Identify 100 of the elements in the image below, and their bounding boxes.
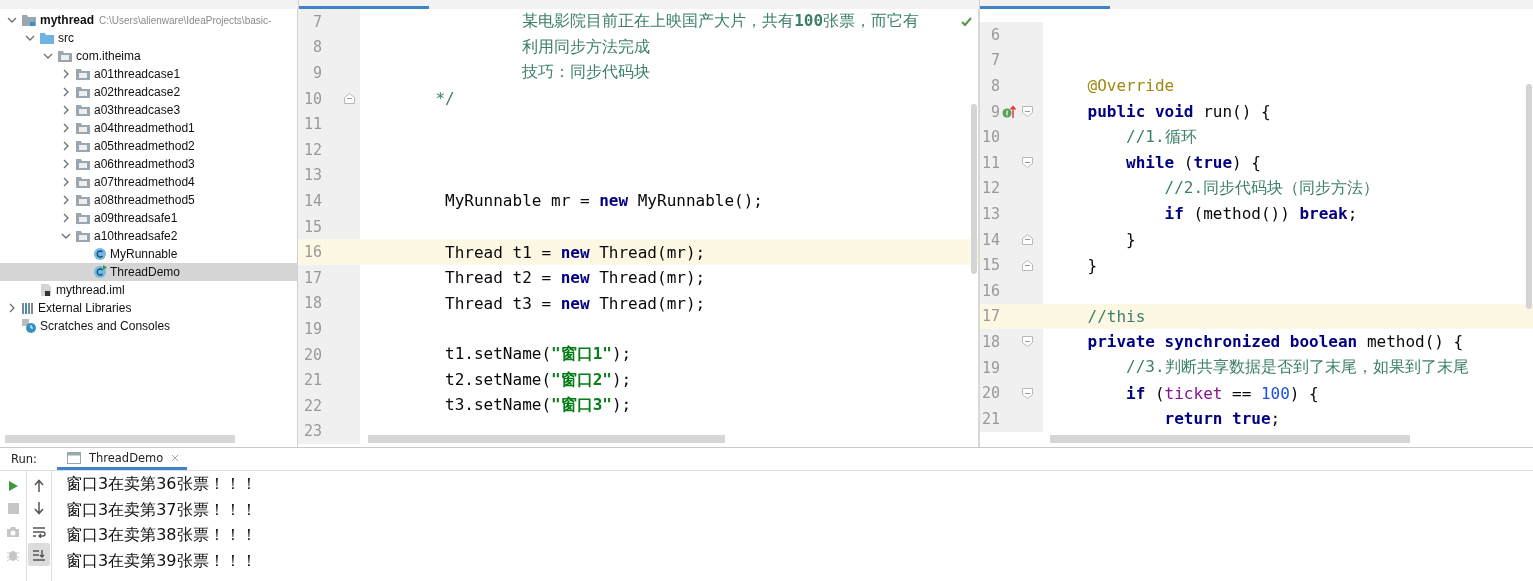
line-number: 9 (989, 102, 1000, 121)
code-line: } (1126, 230, 1136, 250)
line-number: 10 (302, 89, 322, 108)
code-line: t3.setName("窗口3"); (445, 395, 632, 417)
line-number: 11 (302, 115, 322, 134)
fold-start-icon[interactable] (1021, 106, 1033, 118)
chevron-right-icon[interactable] (61, 141, 71, 151)
tree-label: a03threadcase3 (94, 103, 181, 117)
run-icon[interactable] (7, 479, 19, 492)
scratches-icon (21, 318, 37, 334)
chevron-right-icon[interactable] (61, 159, 71, 169)
tree-item[interactable]: a07threadmethod4 (0, 173, 297, 191)
chevron-right-icon[interactable] (61, 69, 71, 79)
chevron-right-icon[interactable] (61, 195, 71, 205)
tree-label: a10threadsafe2 (94, 229, 178, 243)
scroll-to-end-icon[interactable] (32, 548, 46, 561)
chevron-down-icon[interactable] (61, 231, 71, 241)
scrollbar[interactable] (971, 104, 977, 274)
line-number: 21 (980, 409, 1000, 428)
fold-end-icon[interactable] (1021, 259, 1033, 271)
fold-end-icon[interactable] (343, 93, 355, 105)
implements-icon[interactable] (1002, 104, 1018, 119)
soft-wrap-icon[interactable] (32, 525, 46, 538)
run-tab[interactable]: ThreadDemo (56, 448, 188, 470)
package-icon (75, 67, 91, 81)
line-number: 19 (980, 358, 1000, 377)
package-icon (75, 139, 91, 153)
scrollbar[interactable] (1526, 84, 1532, 309)
chevron-right-icon[interactable] (61, 123, 71, 133)
line-number: 8 (989, 77, 1000, 95)
line-number: 10 (980, 128, 1000, 147)
chevron-right-icon[interactable] (61, 177, 71, 187)
run-label: Run: (11, 452, 37, 466)
line-number: 15 (302, 217, 322, 236)
code-line: //1.循环 (1126, 126, 1197, 148)
tree-label: External Libraries (38, 301, 132, 315)
arrow-up-icon[interactable] (34, 479, 44, 492)
chevron-down-icon[interactable] (43, 51, 53, 61)
line-number: 7 (989, 51, 1000, 70)
tree-item[interactable]: a08threadmethod5 (0, 191, 297, 209)
code-line: //this (1087, 306, 1146, 326)
line-number: 20 (302, 345, 322, 364)
tree-label: a05threadmethod2 (94, 139, 195, 153)
package-icon (75, 85, 91, 99)
tree-item[interactable]: com.itheima (0, 47, 297, 65)
scrollbar[interactable] (5, 435, 235, 443)
chevron-down-icon[interactable] (25, 33, 35, 43)
line-number: 9 (311, 64, 322, 82)
chevron-down-icon[interactable] (7, 15, 17, 25)
line-number: 14 (302, 191, 322, 210)
tree-item[interactable]: a06threadmethod3 (0, 155, 297, 173)
project-path: C:\Users\alienware\IdeaProjects\basic- (99, 14, 272, 26)
line-number: 14 (980, 230, 1000, 249)
arrow-down-icon[interactable] (34, 502, 44, 515)
scrollbar[interactable] (1050, 435, 1410, 443)
chevron-right-icon[interactable] (7, 303, 17, 313)
tree-item[interactable]: src (0, 29, 297, 47)
tree-item[interactable]: Scratches and Consoles (0, 317, 297, 335)
tree-item[interactable]: a10threadsafe2 (0, 227, 297, 245)
line-number: 11 (980, 153, 1000, 172)
package-icon (57, 49, 73, 63)
tree-item[interactable]: a01threadcase1 (0, 65, 297, 83)
file-icon (39, 283, 53, 297)
tree-item[interactable]: a03threadcase3 (0, 101, 297, 119)
tree-item[interactable]: mythread.iml (0, 281, 297, 299)
fold-start-icon[interactable] (1021, 157, 1033, 169)
fold-end-icon[interactable] (1021, 234, 1033, 246)
code-line: */ (435, 89, 455, 109)
tree-item[interactable]: a04threadmethod1 (0, 119, 297, 137)
fold-start-icon[interactable] (1021, 387, 1033, 399)
code-line: private synchronized boolean method() { (1087, 332, 1464, 352)
scrollbar[interactable] (368, 435, 725, 443)
code-line: //2.同步代码块（同步方法） (1164, 177, 1380, 199)
chevron-right-icon[interactable] (61, 213, 71, 223)
tree-item[interactable]: External Libraries (0, 299, 297, 317)
tree-item[interactable]: a05threadmethod2 (0, 137, 297, 155)
code-line: //3.判断共享数据是否到了末尾，如果到了末尾 (1126, 357, 1469, 378)
tree-label: MyRunnable (110, 247, 178, 261)
check-icon[interactable] (961, 17, 972, 27)
code-line: Thread t2 = new Thread(mr); (445, 268, 706, 288)
tree-label: a02threadcase2 (94, 85, 181, 99)
tree-label: com.itheima (76, 49, 141, 63)
fold-start-icon[interactable] (1021, 336, 1033, 348)
chevron-right-icon[interactable] (61, 87, 71, 97)
code-line: Thread t3 = new Thread(mr); (445, 293, 706, 313)
tree-item[interactable]: a09threadsafe1 (0, 209, 297, 227)
code-line: 技巧：同步代码块 (522, 62, 651, 84)
chevron-right-icon[interactable] (61, 105, 71, 115)
tree-item[interactable]: MyRunnable (0, 245, 297, 263)
tree-item[interactable]: ThreadDemo (0, 263, 297, 281)
console-output-line: 窗口3在卖第39张票！！！ (66, 549, 257, 572)
line-number: 17 (302, 268, 322, 287)
tree-label: a08threadmethod5 (94, 193, 195, 207)
tree-item[interactable]: mythread C:\Users\alienware\IdeaProjects\basic- (0, 11, 297, 29)
class-icon (93, 247, 107, 261)
console-output-line: 窗口3在卖第38张票！！！ (66, 524, 257, 547)
tree-item[interactable]: a02threadcase2 (0, 83, 297, 101)
line-number: 12 (302, 140, 322, 159)
tree-label: a07threadmethod4 (94, 175, 195, 189)
close-icon[interactable] (171, 453, 180, 462)
